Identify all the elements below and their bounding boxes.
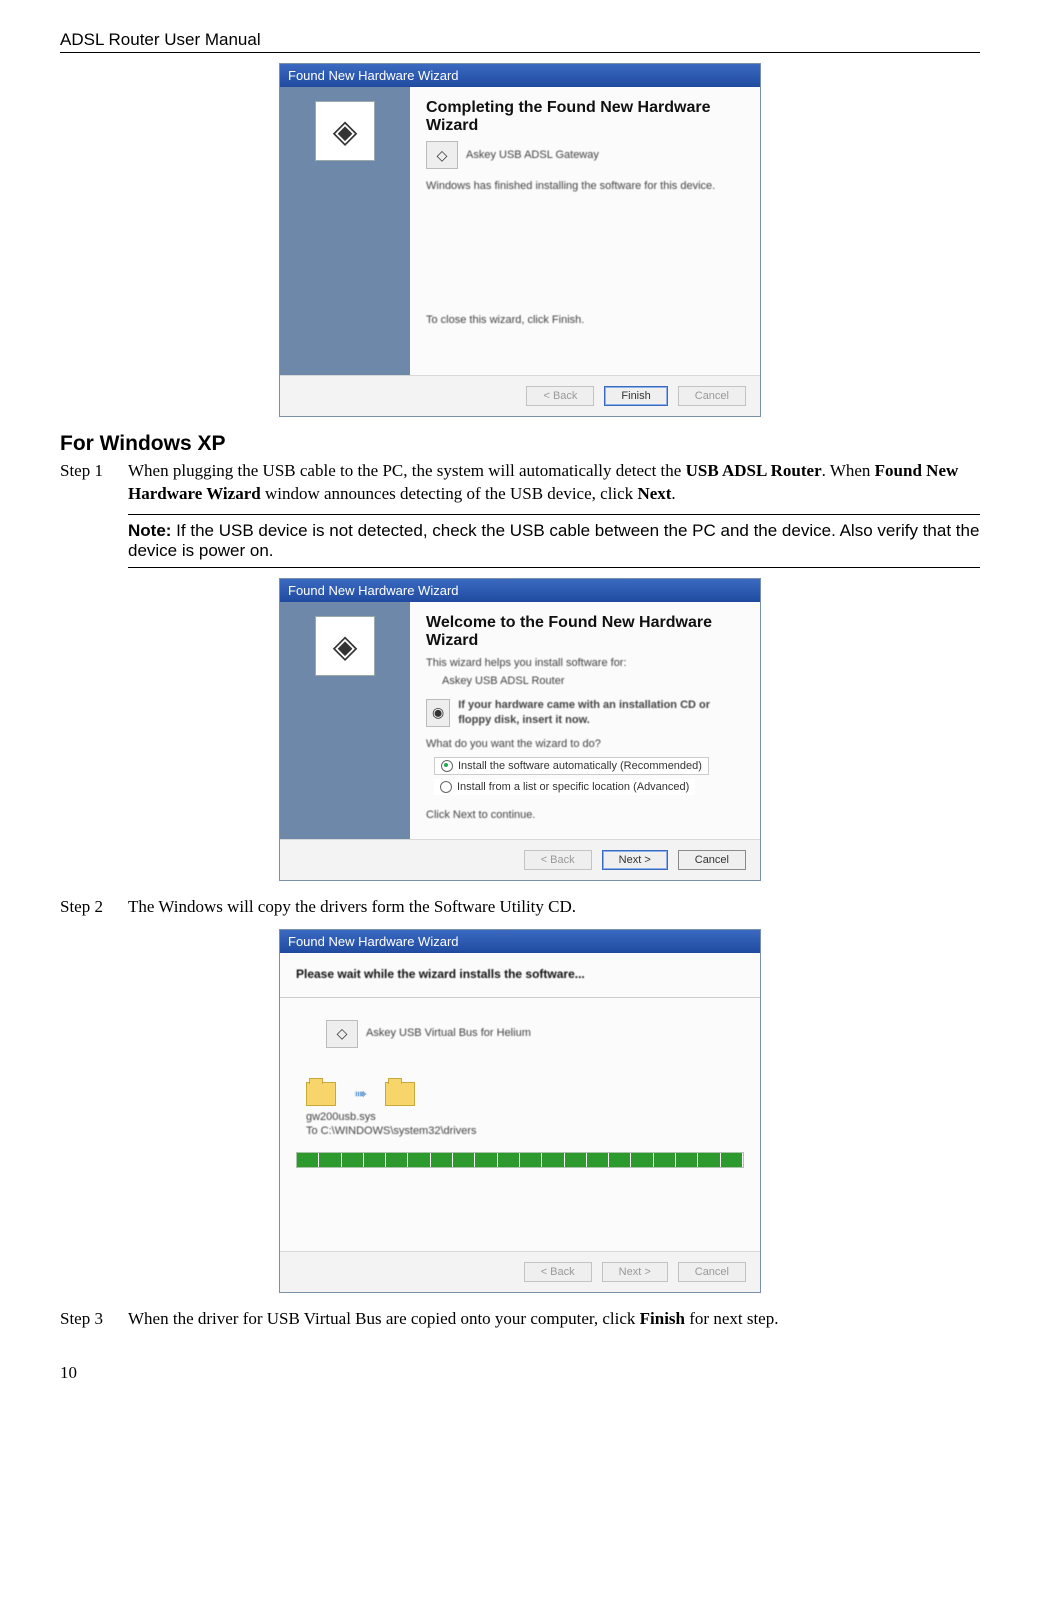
wizard-line: To close this wizard, click Finish. (426, 313, 744, 327)
wizard-line: This wizard helps you install software f… (426, 656, 744, 670)
info-text: If your hardware came with an installati… (458, 698, 744, 727)
file-name: gw200usb.sys (306, 1110, 744, 1124)
hardware-icon: ◈ (315, 101, 375, 161)
step-text: The Windows will copy the drivers form t… (128, 896, 576, 919)
screenshot-finish-wizard: Found New Hardware Wizard ◈ Completing t… (279, 63, 761, 417)
page-number: 10 (0, 1363, 1040, 1403)
back-button[interactable]: < Back (526, 386, 594, 406)
wizard-heading: Completing the Found New Hardware Wizard (426, 99, 744, 135)
section-heading: For Windows XP (60, 432, 980, 456)
radio-icon (440, 781, 452, 793)
window-title: Found New Hardware Wizard (280, 64, 760, 87)
radio-specific-location[interactable]: Install from a list or specific location… (434, 779, 695, 795)
step-label: Step 1 (60, 460, 128, 506)
cd-icon: ◉ (426, 699, 450, 727)
step-text: When plugging the USB cable to the PC, t… (128, 460, 980, 506)
step-label: Step 2 (60, 896, 128, 919)
wizard-heading: Please wait while the wizard installs th… (296, 967, 585, 981)
folder-icon (306, 1082, 336, 1106)
finish-button[interactable]: Finish (604, 386, 667, 406)
cancel-button[interactable]: Cancel (678, 1262, 746, 1282)
folder-icon (385, 1082, 415, 1106)
note-box: Note: If the USB device is not detected,… (128, 514, 980, 568)
next-button[interactable]: Next > (602, 1262, 668, 1282)
doc-header: ADSL Router User Manual (60, 30, 980, 53)
window-title: Found New Hardware Wizard (280, 579, 760, 602)
screenshot-welcome-wizard: Found New Hardware Wizard ◈ Welcome to t… (279, 578, 761, 881)
radio-auto-install[interactable]: Install the software automatically (Reco… (434, 757, 709, 775)
device-icon: ◇ (426, 141, 458, 169)
progress-bar (296, 1152, 744, 1168)
dest-path: To C:\WINDOWS\system32\drivers (306, 1124, 744, 1138)
cancel-button[interactable]: Cancel (678, 386, 746, 406)
device-name: Askey USB ADSL Router (442, 674, 744, 688)
step-text: When the driver for USB Virtual Bus are … (128, 1308, 778, 1331)
device-name: Askey USB ADSL Gateway (466, 148, 599, 162)
arrow-icon: ➠ (354, 1084, 367, 1104)
hardware-icon: ◈ (315, 616, 375, 676)
continue-text: Click Next to continue. (426, 808, 744, 822)
window-title: Found New Hardware Wizard (280, 930, 760, 953)
back-button[interactable]: < Back (524, 850, 592, 870)
cancel-button[interactable]: Cancel (678, 850, 746, 870)
wizard-heading: Welcome to the Found New Hardware Wizard (426, 614, 744, 650)
screenshot-installing: Found New Hardware Wizard Please wait wh… (279, 929, 761, 1293)
radio-icon (441, 760, 453, 772)
device-icon: ◇ (326, 1020, 358, 1048)
question-text: What do you want the wizard to do? (426, 737, 744, 751)
wizard-line: Windows has finished installing the soft… (426, 179, 744, 193)
device-name: Askey USB Virtual Bus for Helium (366, 1026, 531, 1040)
next-button[interactable]: Next > (602, 850, 668, 870)
back-button[interactable]: < Back (524, 1262, 592, 1282)
step-label: Step 3 (60, 1308, 128, 1331)
